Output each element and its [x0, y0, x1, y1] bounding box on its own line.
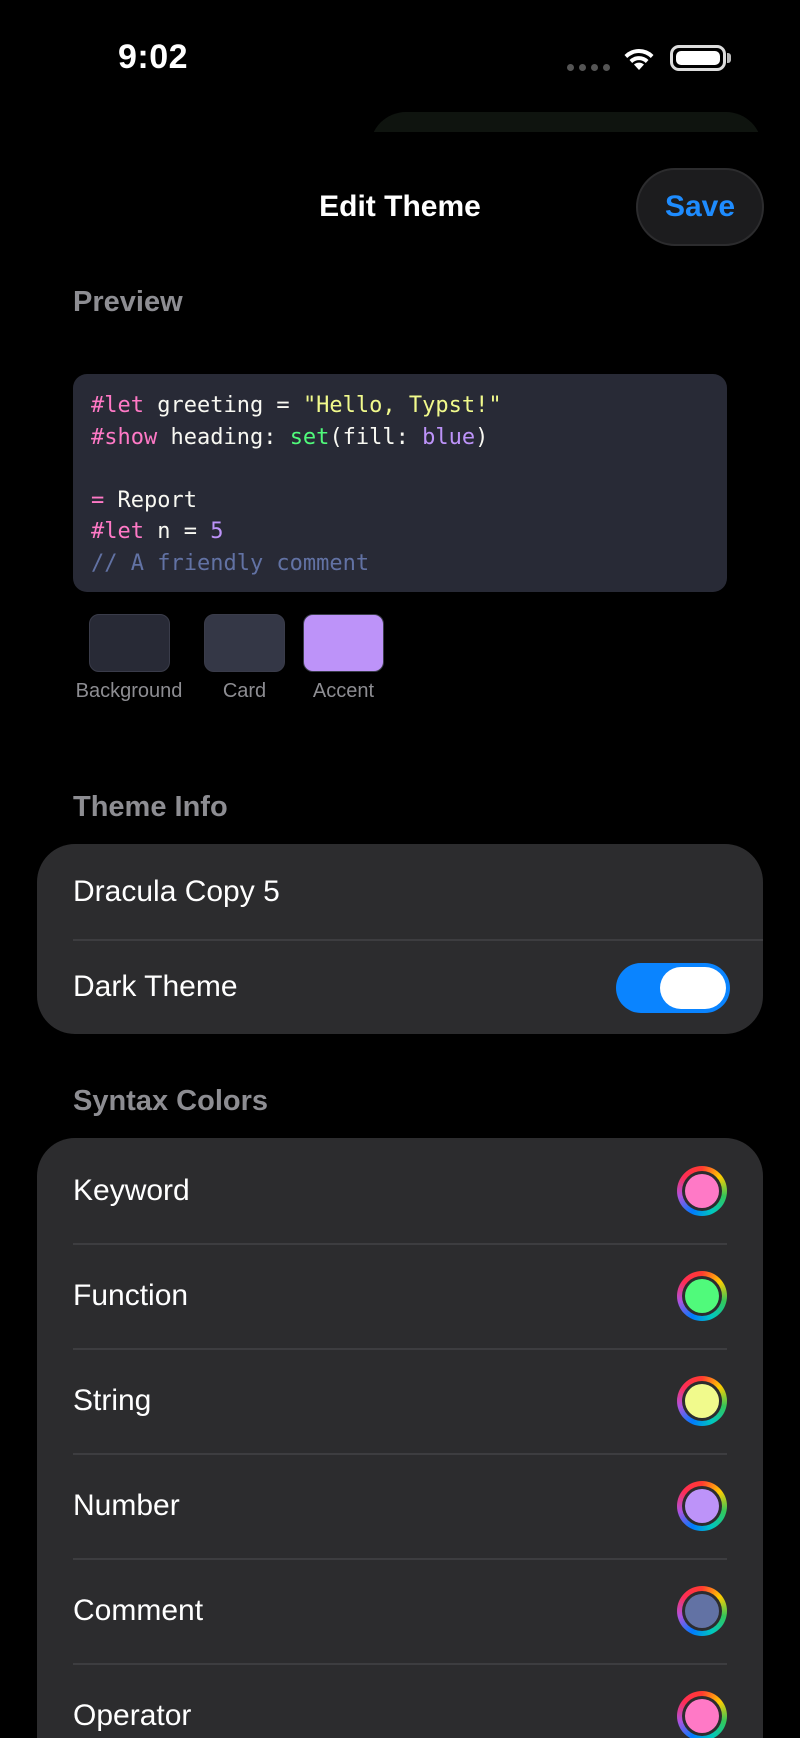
card-swatch[interactable] — [204, 614, 285, 672]
color-picker-well[interactable] — [677, 1690, 727, 1738]
color-picker-well[interactable] — [677, 1375, 727, 1426]
code-token: #let — [91, 519, 144, 544]
code-token: n = — [143, 519, 211, 544]
syntax-colors-group: Keyword Function String Number Comment O… — [37, 1138, 763, 1738]
card-swatch-label: Card — [222, 680, 267, 702]
code-token: blue — [422, 424, 476, 450]
code-token: = — [91, 487, 105, 513]
code-token: #let — [91, 393, 144, 418]
syntax-color-row-string[interactable]: String — [37, 1348, 763, 1453]
code-token: ) — [475, 424, 489, 450]
background-swatch[interactable] — [89, 614, 170, 672]
code-line: #let n = 5 — [91, 516, 709, 548]
code-token: (fill: — [329, 424, 423, 450]
code-preview: #let greeting = "Hello, Typst!" #show hea… — [73, 374, 727, 592]
preview-section-header: Preview — [73, 286, 183, 318]
code-line: #show heading: set(fill: blue) — [91, 422, 709, 454]
color-picker-well[interactable] — [677, 1585, 727, 1636]
syntax-color-label: Comment — [73, 1593, 204, 1627]
syntax-color-row-number[interactable]: Number — [37, 1453, 763, 1558]
syntax-color-row-operator[interactable]: Operator — [37, 1663, 763, 1738]
code-line: // A friendly comment — [91, 548, 709, 580]
syntax-color-row-function[interactable]: Function — [37, 1243, 763, 1348]
cellular-signal-icon — [567, 64, 610, 71]
background-swatch-label: Background — [75, 680, 183, 702]
syntax-color-row-keyword[interactable]: Keyword — [37, 1138, 763, 1243]
status-time: 9:02 — [118, 38, 189, 76]
color-picker-well[interactable] — [677, 1165, 727, 1216]
save-button[interactable]: Save — [636, 168, 764, 246]
battery-cap — [727, 53, 731, 63]
syntax-color-label: Number — [73, 1488, 180, 1522]
code-token: Report — [104, 487, 197, 513]
syntax-color-label: Operator — [73, 1698, 192, 1732]
wifi-icon — [624, 48, 654, 70]
battery-icon — [670, 45, 726, 71]
accent-swatch-label: Accent — [312, 680, 375, 702]
code-token: greeting = — [143, 393, 303, 418]
dark-theme-label: Dark Theme — [73, 969, 238, 1003]
code-token: set — [289, 424, 330, 450]
theme-info-section-header: Theme Info — [73, 791, 228, 823]
theme-name-field[interactable]: Dracula Copy 5 — [37, 844, 763, 939]
syntax-color-label: Function — [73, 1278, 189, 1312]
syntax-color-row-comment[interactable]: Comment — [37, 1558, 763, 1663]
code-token: 5 — [210, 519, 224, 544]
code-token: #show — [91, 424, 158, 450]
theme-info-group: Dracula Copy 5 Dark Theme — [37, 844, 763, 1034]
status-bar: 9:02 — [0, 0, 800, 118]
dark-theme-toggle[interactable] — [616, 963, 730, 1013]
code-token: // A friendly comment — [91, 550, 370, 576]
dark-theme-row: Dark Theme — [37, 939, 763, 1034]
syntax-colors-section-header: Syntax Colors — [73, 1085, 268, 1117]
code-token: heading: — [157, 424, 290, 450]
code-line: = Report — [91, 485, 709, 517]
theme-name-value: Dracula Copy 5 — [73, 874, 280, 908]
color-picker-well[interactable] — [677, 1270, 727, 1321]
syntax-color-label: Keyword — [73, 1173, 190, 1207]
code-line: #let greeting = "Hello, Typst!" — [91, 390, 709, 422]
syntax-color-label: String — [73, 1383, 152, 1417]
accent-swatch[interactable] — [303, 614, 384, 672]
code-token: "Hello, Typst!" — [302, 393, 502, 418]
color-picker-well[interactable] — [677, 1480, 727, 1531]
